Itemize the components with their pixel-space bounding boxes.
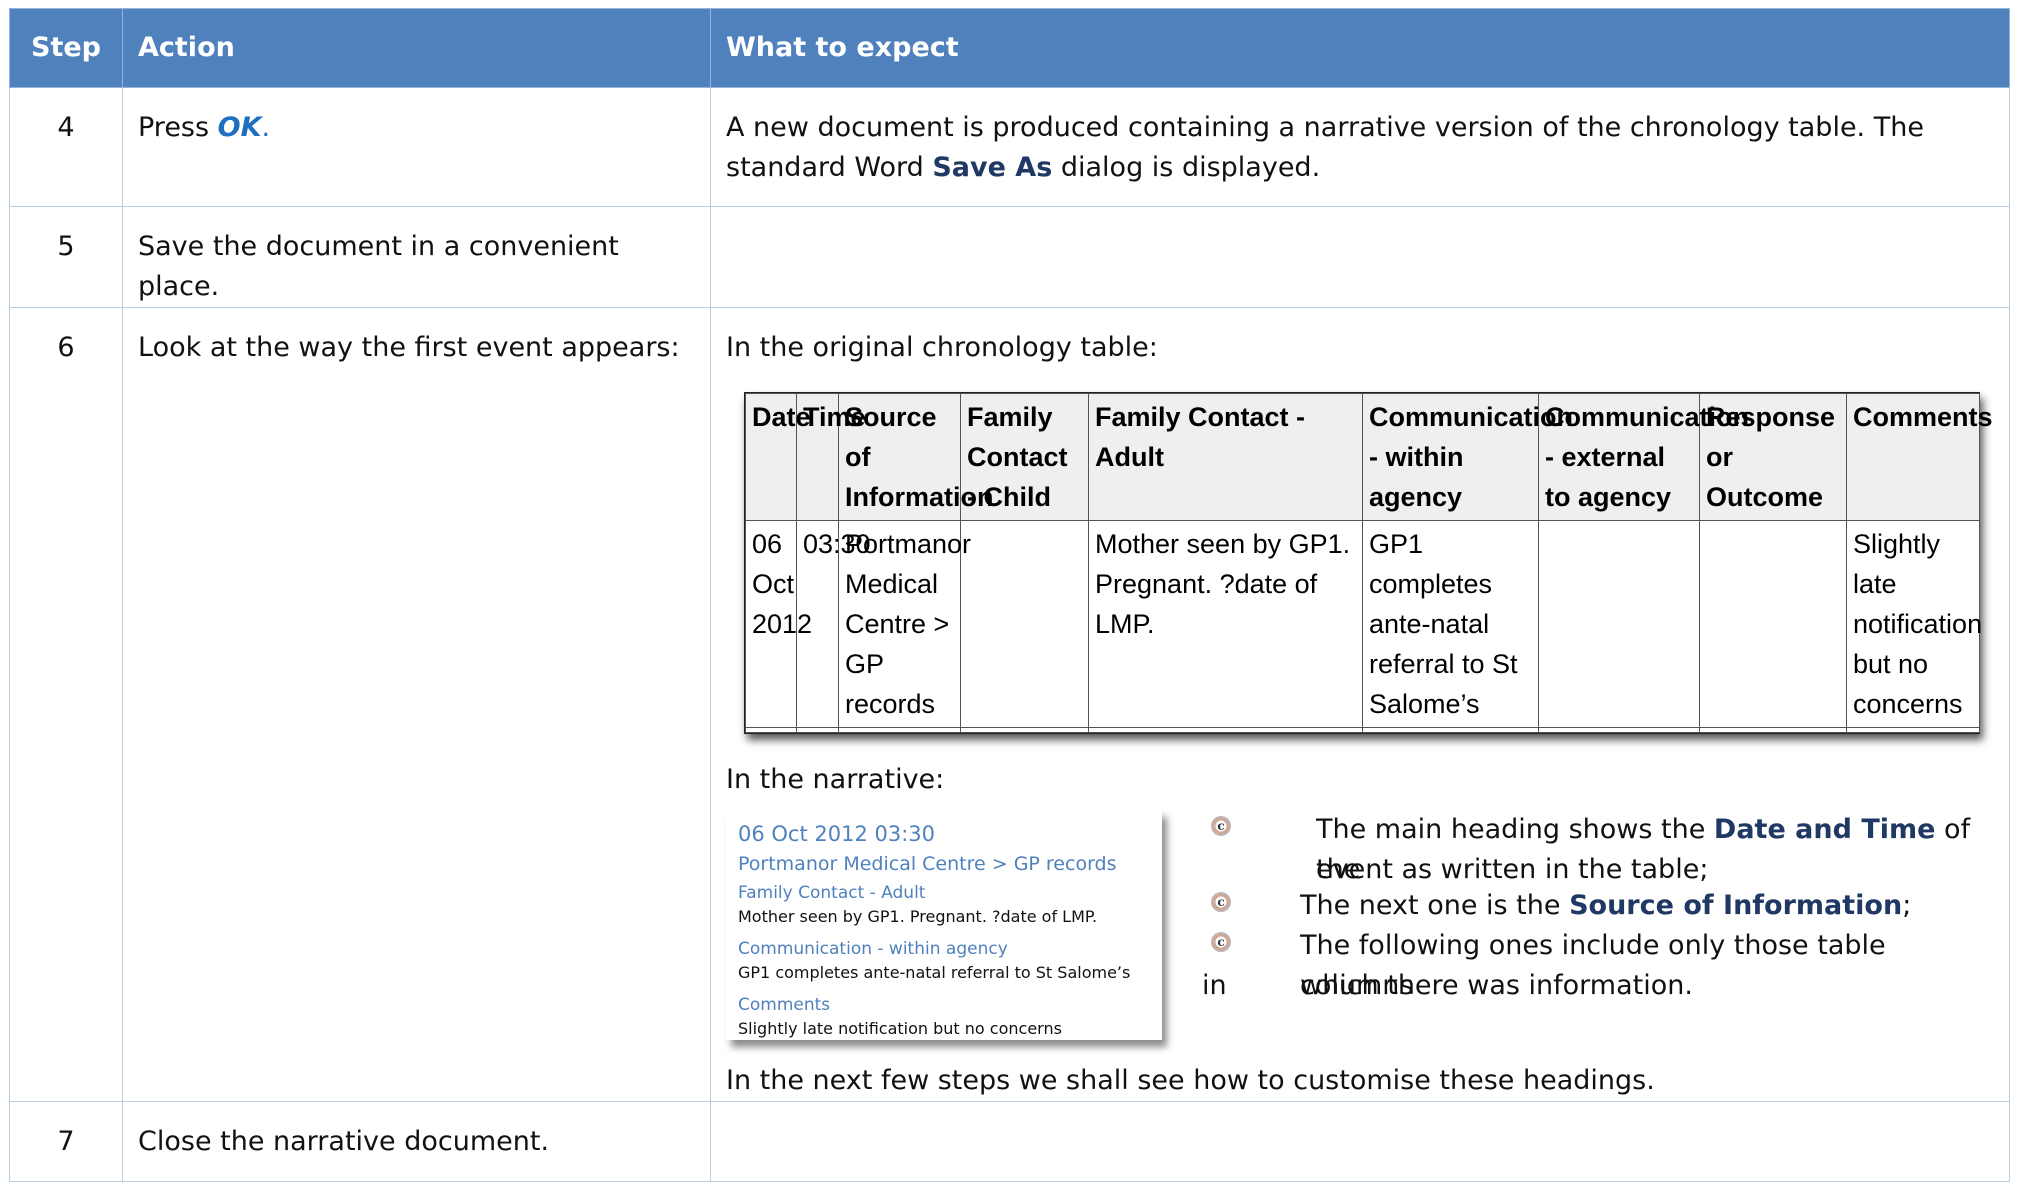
expect-cell <box>710 1101 2010 1182</box>
action-text: Press <box>138 112 218 143</box>
narrative-section: 06 Oct 2012 03:30 Portmanor Medical Cent… <box>726 810 1994 1055</box>
chron-header: Time <box>796 393 866 521</box>
chronology-intro: In the original chronology table: <box>726 332 1158 363</box>
expect-cell: A new document is produced containing a … <box>710 87 2010 207</box>
chron-cell <box>1538 520 1700 728</box>
chron-header: Comments <box>1846 393 1993 521</box>
copyright-bullet-icon: c <box>1211 816 1231 836</box>
chronology-data-row: 06 Oct 2012 03:30 Portmanor Medical Cent… <box>745 520 1982 728</box>
bullet-text-3-cont: which there was information. <box>1300 970 1693 1001</box>
narrative-text: GP1 completes ante-natal referral to St … <box>738 963 1131 982</box>
expect-cell <box>710 206 2010 308</box>
chron-header: Communication - external to agency <box>1538 393 1749 521</box>
chron-cell: 06 Oct 2012 <box>745 520 812 728</box>
narrative-label: Communication - within agency <box>738 939 1008 959</box>
chron-cell: GP1 completes ante-natal referral to St … <box>1362 520 1539 728</box>
save-as-label: Save As <box>932 152 1053 183</box>
chron-header: Family Contact - Child <box>960 393 1089 521</box>
step-row-5: 5 Save the document in a convenient plac… <box>9 206 2010 308</box>
action-cell: Press OK. <box>122 87 711 207</box>
header-step: Step <box>9 8 123 88</box>
chronology-screenshot: Date Time Source of Information Family C… <box>744 392 1993 734</box>
expect-cell: In the original chronology table: Date T… <box>710 307 2010 1102</box>
step-number: 7 <box>9 1101 123 1182</box>
expect-text-end: dialog is displayed. <box>1052 152 1321 183</box>
narrative-intro: In the narrative: <box>726 764 945 795</box>
chron-header: Response or Outcome <box>1699 393 1847 521</box>
chron-cell: Mother seen by GP1. Pregnant. ?date of L… <box>1088 520 1363 728</box>
step-number: 4 <box>9 87 123 207</box>
expect-text: A new document is produced containing a … <box>726 112 1924 183</box>
chronology-blank-row <box>745 727 1980 733</box>
chron-header: Family Contact - Adult <box>1088 393 1363 521</box>
step-number: 5 <box>9 206 123 308</box>
header-expect: What to expect <box>710 8 2010 88</box>
chron-cell: Slightly late notification but no concer… <box>1846 520 1982 728</box>
instruction-table: Step Action What to expect 4 Press OK. A… <box>9 8 2010 1182</box>
copyright-bullet-icon: c <box>1211 932 1231 952</box>
chron-header: Source of Information <box>838 393 994 521</box>
narrative-label: Comments <box>738 995 831 1015</box>
action-cell: Look at the way the first event appears: <box>122 307 711 1102</box>
chron-header: Date <box>745 393 811 521</box>
narrative-text: Slightly late notification but no concer… <box>738 1019 1062 1038</box>
copyright-bullet-icon: c <box>1211 892 1231 912</box>
step-row-4: 4 Press OK. A new document is produced c… <box>9 87 2010 207</box>
narrative-outro: In the next few steps we shall see how t… <box>726 1065 1655 1096</box>
bullet-text-2: The next one is the Source of Informatio… <box>1300 890 1912 921</box>
narrative-source: Portmanor Medical Centre > GP records <box>738 853 1117 875</box>
header-action: Action <box>122 8 711 88</box>
ok-button-label: OK <box>217 112 262 143</box>
narrative-label: Family Contact - Adult <box>738 883 926 903</box>
bullet-text-3-in: in <box>1202 970 1227 1001</box>
action-cell: Save the document in a convenient place. <box>122 206 711 308</box>
chron-cell <box>1699 520 1847 728</box>
narrative-text: Mother seen by GP1. Pregnant. ?date of L… <box>738 907 1098 926</box>
narrative-heading: 06 Oct 2012 03:30 <box>738 822 936 846</box>
chron-cell: Portmanor Medical Centre > GP records <box>838 520 971 728</box>
header-row: Step Action What to expect <box>9 8 2010 88</box>
narrative-screenshot: 06 Oct 2012 03:30 Portmanor Medical Cent… <box>726 810 1162 1040</box>
step-row-6: 6 Look at the way the first event appear… <box>9 307 2010 1102</box>
step-number: 6 <box>9 307 123 1102</box>
action-period: . <box>261 112 271 143</box>
chronology-header-row: Date Time Source of Information Family C… <box>745 393 1993 521</box>
chron-header: Communication - within agency <box>1362 393 1573 521</box>
action-cell: Close the narrative document. <box>122 1101 711 1182</box>
bullet-text-1-cont: event as written in the table; <box>1316 854 1709 885</box>
chronology-table: Date Time Source of Information Family C… <box>745 393 1993 733</box>
step-row-7: 7 Close the narrative document. <box>9 1101 2010 1182</box>
chron-cell <box>960 520 1089 728</box>
